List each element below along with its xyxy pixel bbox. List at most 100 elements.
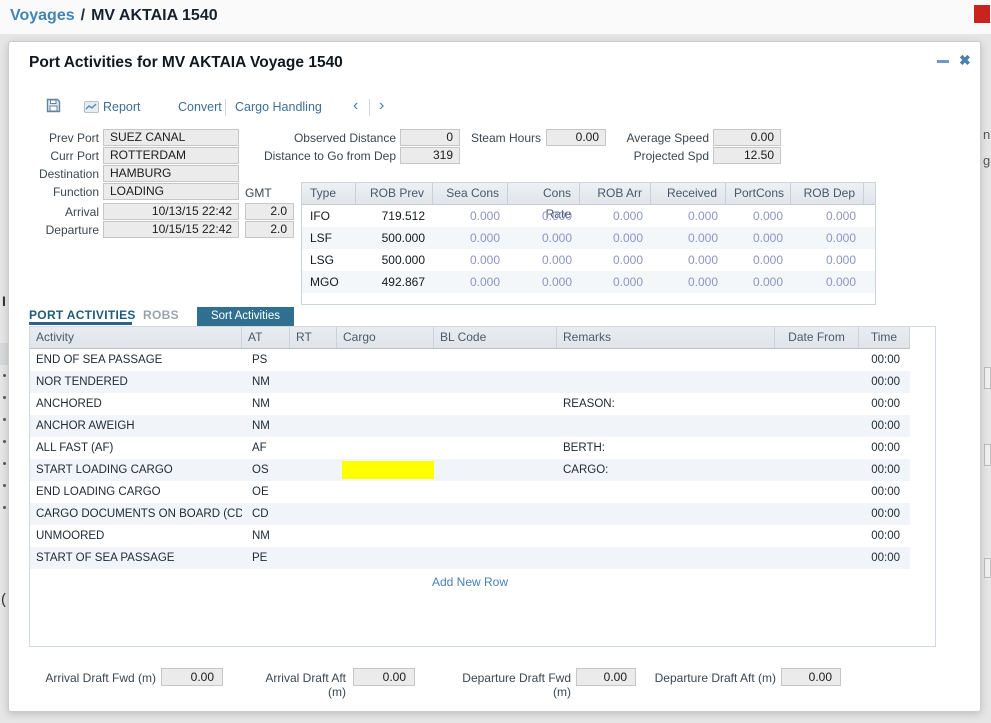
- activity-time[interactable]: 00:00: [859, 349, 910, 371]
- rob-row-mgo[interactable]: MGO 492.867 0.000 0.000 0.000 0.000 0.00…: [302, 271, 875, 293]
- rob-cell[interactable]: 0.000: [508, 227, 580, 249]
- rob-cell[interactable]: 0.000: [580, 271, 651, 293]
- activity-time[interactable]: 00:00: [859, 481, 910, 503]
- close-icon[interactable]: ✖: [959, 52, 971, 69]
- rob-cell[interactable]: 0.000: [580, 205, 651, 227]
- activity-row[interactable]: CARGO DOCUMENTS ON BOARD (CD) CD 00:00: [30, 503, 910, 525]
- chevron-right-icon[interactable]: ›: [379, 97, 384, 115]
- report-button[interactable]: Report: [103, 100, 141, 114]
- arrival-draft-fwd-field[interactable]: 0.00: [161, 668, 223, 686]
- save-icon[interactable]: [46, 98, 61, 116]
- breadcrumb-voyages-link[interactable]: Voyages: [10, 7, 75, 24]
- background-bullet: [3, 396, 6, 399]
- distance-to-go-field[interactable]: 319: [400, 147, 460, 164]
- rob-row-lsf[interactable]: LSF 500.000 0.000 0.000 0.000 0.000 0.00…: [302, 227, 875, 249]
- rob-cell[interactable]: 0.000: [791, 205, 864, 227]
- rob-cell[interactable]: 0.000: [433, 205, 508, 227]
- activity-remark[interactable]: [557, 525, 775, 547]
- chevron-left-icon[interactable]: ‹: [353, 97, 358, 115]
- rob-row-ifo[interactable]: IFO 719.512 0.000 0.000 0.000 0.000 0.00…: [302, 205, 875, 227]
- activity-time[interactable]: 00:00: [859, 503, 910, 525]
- activity-row[interactable]: END LOADING CARGO OE 00:00: [30, 481, 910, 503]
- rob-cell[interactable]: 0.000: [651, 249, 726, 271]
- activity-remark[interactable]: REASON:: [557, 393, 775, 415]
- departure-draft-fwd-field[interactable]: 0.00: [576, 668, 636, 686]
- destination-field[interactable]: HAMBURG: [103, 165, 239, 182]
- sort-activities-button[interactable]: Sort Activities: [197, 307, 294, 326]
- rob-cell[interactable]: 0.000: [433, 227, 508, 249]
- rob-cell[interactable]: 0.000: [433, 271, 508, 293]
- departure-datetime-field[interactable]: 10/15/15 22:42: [103, 221, 239, 238]
- activity-remark[interactable]: [557, 349, 775, 371]
- steam-hours-field[interactable]: 0.00: [546, 129, 606, 146]
- rob-cell[interactable]: 0.000: [508, 271, 580, 293]
- breadcrumb: Voyages/MV AKTAIA 1540: [10, 7, 218, 25]
- activity-row[interactable]: ANCHOR AWEIGH NM 00:00: [30, 415, 910, 437]
- function-field[interactable]: LOADING: [103, 183, 239, 200]
- observed-distance-field[interactable]: 0: [400, 129, 460, 146]
- prev-port-field[interactable]: SUEZ CANAL: [103, 129, 239, 146]
- port-activities-table: Activity AT RT Cargo BL Code Remarks Dat…: [29, 326, 936, 647]
- activity-time[interactable]: 00:00: [859, 415, 910, 437]
- rob-cell[interactable]: 0.000: [651, 271, 726, 293]
- rob-cell: 500.000: [356, 227, 433, 249]
- add-new-row-link[interactable]: Add New Row: [432, 575, 508, 589]
- rob-cell[interactable]: 0.000: [651, 227, 726, 249]
- average-speed-field[interactable]: 0.00: [713, 129, 781, 146]
- tab-robs[interactable]: ROBS: [143, 308, 179, 322]
- activity-remark[interactable]: CARGO:: [557, 459, 775, 481]
- rob-cell[interactable]: 0.000: [580, 249, 651, 271]
- rob-cell[interactable]: 0.000: [791, 271, 864, 293]
- notification-badge[interactable]: [974, 5, 990, 23]
- rob-cell[interactable]: 0.000: [726, 249, 791, 271]
- rob-cell[interactable]: 0.000: [508, 249, 580, 271]
- rob-row-lsg[interactable]: LSG 500.000 0.000 0.000 0.000 0.000 0.00…: [302, 249, 875, 271]
- rob-cell[interactable]: 0.000: [791, 249, 864, 271]
- activity-time[interactable]: 00:00: [859, 547, 910, 569]
- activity-row[interactable]: END OF SEA PASSAGE PS 00:00: [30, 349, 910, 371]
- activity-row[interactable]: ANCHORED NM REASON: 00:00: [30, 393, 910, 415]
- tab-active-underline: [29, 322, 132, 325]
- activity-remark[interactable]: [557, 481, 775, 503]
- arrival-datetime-field[interactable]: 10/13/15 22:42: [103, 203, 239, 220]
- convert-button[interactable]: Convert: [178, 100, 222, 114]
- activity-remark[interactable]: [557, 415, 775, 437]
- activity-row[interactable]: START OF SEA PASSAGE PE 00:00: [30, 547, 910, 569]
- activity-row[interactable]: NOR TENDERED NM 00:00: [30, 371, 910, 393]
- activity-row-start-loading[interactable]: START LOADING CARGO OS CARGO: 00:00: [30, 459, 910, 481]
- departure-draft-aft-field[interactable]: 0.00: [781, 668, 841, 686]
- cargo-handling-button[interactable]: Cargo Handling: [235, 100, 322, 114]
- rob-cell[interactable]: 0.000: [651, 205, 726, 227]
- activity-row[interactable]: ALL FAST (AF) AF BERTH: 00:00: [30, 437, 910, 459]
- activity-remark[interactable]: [557, 547, 775, 569]
- rob-cell[interactable]: 0.000: [433, 249, 508, 271]
- rob-cell[interactable]: 0.000: [791, 227, 864, 249]
- rob-cell[interactable]: 0.000: [726, 271, 791, 293]
- rob-cell[interactable]: 0.000: [726, 205, 791, 227]
- departure-gmt-field[interactable]: 2.0: [245, 221, 294, 238]
- rob-cell[interactable]: 0.000: [726, 227, 791, 249]
- background-scrollbar-fragment: [984, 367, 991, 389]
- activity-remark[interactable]: [557, 503, 775, 525]
- activity-row[interactable]: UNMOORED NM 00:00: [30, 525, 910, 547]
- tab-port-activities[interactable]: PORT ACTIVITIES: [29, 308, 136, 322]
- activity-time[interactable]: 00:00: [859, 459, 910, 481]
- rob-cell[interactable]: 0.000: [580, 227, 651, 249]
- activity-time[interactable]: 00:00: [859, 437, 910, 459]
- col-remarks: Remarks: [557, 327, 775, 348]
- arrival-draft-aft-field[interactable]: 0.00: [353, 668, 415, 686]
- arrival-gmt-field[interactable]: 2.0: [245, 203, 294, 220]
- rob-col-rob-prev: ROB Prev: [356, 183, 433, 204]
- projected-speed-field[interactable]: 12.50: [713, 147, 781, 164]
- rob-cell[interactable]: 0.000: [508, 205, 580, 227]
- activity-remark[interactable]: [557, 371, 775, 393]
- activity-time[interactable]: 00:00: [859, 525, 910, 547]
- activity-time[interactable]: 00:00: [859, 371, 910, 393]
- curr-port-field[interactable]: ROTTERDAM: [103, 147, 239, 164]
- minimize-icon[interactable]: [937, 60, 949, 63]
- activity-time[interactable]: 00:00: [859, 393, 910, 415]
- activity-remark[interactable]: BERTH:: [557, 437, 775, 459]
- cargo-highlight-field[interactable]: [342, 461, 434, 479]
- observed-distance-label: Observed Distance: [266, 131, 396, 145]
- activity-at: OS: [242, 459, 290, 481]
